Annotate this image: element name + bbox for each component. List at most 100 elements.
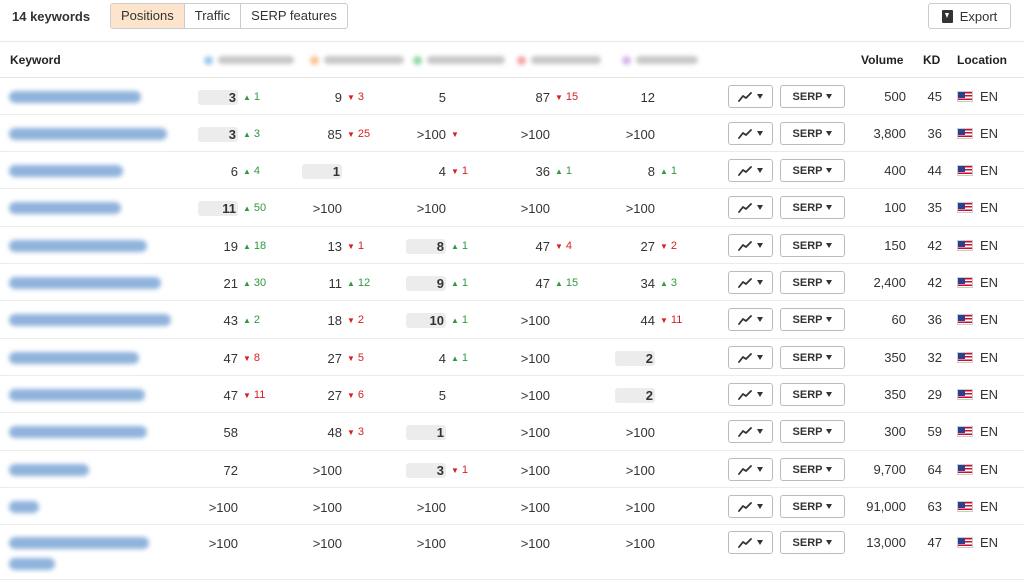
keyword-link[interactable]	[9, 91, 141, 103]
serp-button[interactable]: SERP	[780, 531, 845, 554]
export-button[interactable]: Export	[928, 3, 1011, 29]
serp-button[interactable]: SERP	[780, 122, 845, 145]
tab-positions[interactable]: Positions	[111, 4, 185, 28]
position-value: >100	[520, 462, 550, 478]
position-down-change: ▼ 4	[555, 240, 572, 252]
position-value: >100	[416, 200, 446, 216]
trend-chart-button[interactable]	[728, 159, 773, 182]
keyword-link[interactable]	[9, 352, 139, 364]
position-cell: >100	[406, 535, 446, 551]
position-value: >100	[625, 499, 655, 515]
competitor-header-5[interactable]	[622, 55, 698, 65]
keyword-link[interactable]	[9, 240, 147, 252]
serp-button[interactable]: SERP	[780, 271, 845, 294]
trend-chart-button[interactable]	[728, 531, 773, 554]
trend-chart-button[interactable]	[728, 122, 773, 145]
tab-traffic[interactable]: Traffic	[184, 4, 242, 28]
change-value: 15	[565, 91, 579, 103]
trend-chart-button[interactable]	[728, 495, 773, 518]
competitor-header-2[interactable]	[310, 55, 404, 65]
position-cell: 6 ▲ 4	[198, 163, 260, 179]
arrow-up-icon: ▲	[243, 204, 251, 213]
keyword-link[interactable]	[9, 128, 167, 140]
serp-label: SERP	[792, 164, 823, 177]
kd-value: 59	[927, 424, 942, 439]
keyword-link[interactable]	[9, 426, 147, 438]
serp-button[interactable]: SERP	[780, 196, 845, 219]
position-value: 10	[406, 312, 446, 328]
competitor-header-3[interactable]	[413, 55, 505, 65]
position-cell: >100 ▼	[406, 126, 462, 142]
position-cell: 5	[406, 387, 446, 403]
header-volume[interactable]: Volume	[861, 53, 903, 67]
location-code: EN	[980, 499, 999, 514]
serp-button[interactable]: SERP	[780, 85, 845, 108]
us-flag-icon	[957, 91, 973, 102]
keyword-link[interactable]	[9, 464, 89, 476]
position-up-change: ▲ 3	[660, 277, 677, 289]
change-value: 12	[357, 277, 371, 289]
trend-chart-button[interactable]	[728, 420, 773, 443]
kd-value: 63	[927, 499, 942, 514]
position-down-change: ▼ 1	[451, 165, 468, 177]
arrow-down-icon: ▼	[347, 354, 355, 363]
position-cell: 3 ▲ 1	[198, 89, 260, 105]
position-up-change: ▲ 18	[243, 240, 266, 252]
serp-button[interactable]: SERP	[780, 346, 845, 369]
position-cell: 44 ▼ 11	[615, 312, 683, 328]
serp-button[interactable]: SERP	[780, 420, 845, 443]
keyword-link[interactable]	[9, 537, 149, 549]
header-location[interactable]: Location	[957, 53, 1007, 67]
competitor-header-1[interactable]	[204, 55, 294, 65]
position-up-change: ▲ 1	[451, 352, 468, 364]
position-cell: >100	[615, 535, 655, 551]
trend-chart-button[interactable]	[728, 271, 773, 294]
competitor-header-4[interactable]	[517, 55, 601, 65]
serp-button[interactable]: SERP	[780, 383, 845, 406]
serp-button[interactable]: SERP	[780, 308, 845, 331]
keyword-link[interactable]	[9, 165, 123, 177]
position-cell: 1	[406, 424, 446, 440]
serp-label: SERP	[792, 425, 823, 438]
position-value: 47	[535, 275, 550, 291]
header-kd[interactable]: KD	[923, 53, 940, 67]
trend-chart-button[interactable]	[728, 346, 773, 369]
keyword-link[interactable]	[9, 277, 161, 289]
change-value: 2	[670, 240, 678, 252]
trend-chart-button[interactable]	[728, 234, 773, 257]
trend-chart-button[interactable]	[728, 458, 773, 481]
trend-chart-button[interactable]	[728, 383, 773, 406]
keyword-link[interactable]	[9, 389, 145, 401]
keyword-link[interactable]	[9, 202, 121, 214]
header-keyword[interactable]: Keyword	[10, 53, 61, 67]
trend-line-icon	[738, 464, 752, 475]
position-value: 11	[328, 275, 343, 291]
location-cell: EN	[957, 312, 998, 327]
chevron-down-icon	[826, 355, 833, 360]
serp-button[interactable]: SERP	[780, 458, 845, 481]
location-cell: EN	[957, 126, 998, 141]
serp-button[interactable]: SERP	[780, 234, 845, 257]
keyword-link-line2[interactable]	[9, 558, 55, 570]
serp-button[interactable]: SERP	[780, 495, 845, 518]
position-down-change: ▼ 2	[660, 240, 677, 252]
tab-serp-features[interactable]: SERP features	[241, 4, 347, 28]
trend-chart-button[interactable]	[728, 85, 773, 108]
trend-chart-button[interactable]	[728, 196, 773, 219]
serp-button[interactable]: SERP	[780, 159, 845, 182]
location-cell: EN	[957, 350, 998, 365]
position-cell: 36 ▲ 1	[510, 163, 573, 179]
trend-chart-button[interactable]	[728, 308, 773, 331]
location-code: EN	[980, 350, 999, 365]
keyword-link[interactable]	[9, 314, 171, 326]
position-cell: >100	[510, 126, 550, 142]
position-value: 43	[223, 312, 238, 328]
us-flag-icon	[957, 501, 973, 512]
chevron-down-icon	[757, 317, 763, 322]
change-value: 4	[565, 240, 573, 252]
export-label: Export	[959, 8, 998, 24]
keyword-link[interactable]	[9, 501, 39, 513]
position-value: 47	[535, 238, 550, 254]
arrow-down-icon: ▼	[660, 242, 668, 251]
position-value: 87	[535, 89, 550, 105]
